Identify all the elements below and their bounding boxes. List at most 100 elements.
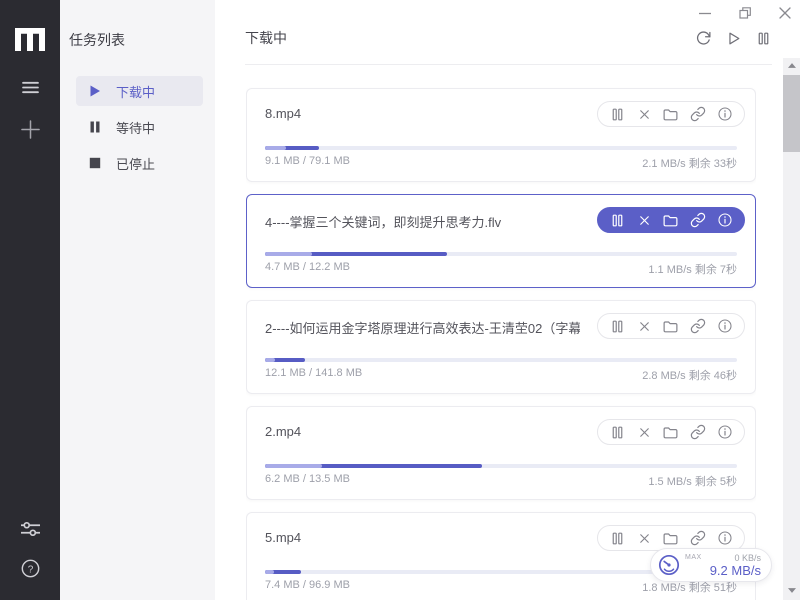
pause-task-icon[interactable] [609,318,626,335]
task-filename: 2----如何运用金字塔原理进行高效表达-王清茔02（字幕）.flv [265,318,580,337]
task-speed: 1.5 MB/s 剩余 5秒 [648,473,737,489]
delete-task-icon[interactable] [637,107,652,122]
delete-task-icon[interactable] [637,213,652,228]
task-action-bar [597,207,745,233]
task-speed: 2.1 MB/s 剩余 33秒 [642,155,737,171]
pause-all-icon[interactable] [755,30,772,47]
upload-speed: 0 KB/s [734,553,761,563]
copy-link-icon[interactable] [690,530,706,546]
progress-light [265,252,312,256]
sidebar-title: 任务列表 [60,30,215,50]
preferences-icon[interactable] [21,521,40,537]
download-speed: 9.2 MB/s [685,563,761,578]
task-list-nav-icon[interactable] [22,81,39,94]
task-status-row: 12.1 MB / 141.8 MB 2.8 MB/s 剩余 46秒 [265,367,737,383]
page-header: 下载中 [245,0,772,65]
speed-values: MAX 0 KB/s 9.2 MB/s [685,553,761,578]
delete-task-icon[interactable] [637,531,652,546]
pause-task-icon[interactable] [609,212,626,229]
sidebar-item-label: 下载中 [116,82,155,101]
minimize-button[interactable] [697,5,713,21]
task-info-icon[interactable] [717,530,733,546]
vertical-scrollbar[interactable] [783,58,800,600]
open-folder-icon[interactable] [662,424,679,441]
refresh-icon[interactable] [695,30,712,47]
task-filename: 5.mp4 [265,530,580,545]
task-status-row: 6.2 MB / 13.5 MB 1.5 MB/s 剩余 5秒 [265,473,737,489]
sidebar: 任务列表 下载中 等待中 已停止 [60,0,215,600]
progress-bar [265,358,737,362]
app-window: 任务列表 下载中 等待中 已停止 下载中 [0,0,800,600]
scroll-up-icon[interactable] [783,58,800,73]
speed-max-label: MAX [685,554,702,561]
stop-icon [89,157,102,170]
close-button[interactable] [777,5,793,21]
open-folder-icon[interactable] [662,318,679,335]
task-size: 6.2 MB / 13.5 MB [265,473,350,489]
sidebar-item-waiting[interactable]: 等待中 [76,112,203,142]
pause-icon [89,121,102,134]
task-info-icon[interactable] [717,318,733,334]
progress-bar [265,464,737,468]
play-icon [89,85,102,98]
delete-task-icon[interactable] [637,425,652,440]
task-filename: 2.mp4 [265,424,580,439]
open-folder-icon[interactable] [662,530,679,547]
task-filename: 4----掌握三个关键词，即刻提升思考力.flv [265,212,580,231]
scrollbar-thumb[interactable] [783,75,800,152]
copy-link-icon[interactable] [690,318,706,334]
task-card[interactable]: 2----如何运用金字塔原理进行高效表达-王清茔02（字幕）.flv 12.1 … [246,300,756,394]
task-speed: 1.1 MB/s 剩余 7秒 [648,261,737,277]
task-speed: 2.8 MB/s 剩余 46秒 [642,367,737,383]
task-status-row: 9.1 MB / 79.1 MB 2.1 MB/s 剩余 33秒 [265,155,737,171]
sidebar-item-downloading[interactable]: 下载中 [76,76,203,106]
copy-link-icon[interactable] [690,106,706,122]
task-info-icon[interactable] [717,106,733,122]
task-action-bar [597,419,745,445]
main-panel: 下载中 8.mp4 [215,0,800,600]
task-card[interactable]: 8.mp4 9.1 MB / 79.1 MB 2.1 MB/s 剩余 33秒 [246,88,756,182]
progress-light [265,570,274,574]
page-title: 下载中 [245,16,287,48]
sidebar-item-label: 等待中 [116,118,155,137]
pause-task-icon[interactable] [609,530,626,547]
task-info-icon[interactable] [717,212,733,228]
progress-light [265,146,286,150]
task-size: 12.1 MB / 141.8 MB [265,367,362,383]
scroll-down-icon[interactable] [783,583,800,598]
copy-link-icon[interactable] [690,212,706,228]
add-task-icon[interactable] [21,120,40,139]
task-filename: 8.mp4 [265,106,580,121]
help-icon[interactable] [21,559,40,578]
sidebar-item-label: 已停止 [116,154,155,173]
speedometer-icon [657,553,681,577]
task-size: 7.4 MB / 96.9 MB [265,579,350,595]
task-card[interactable]: 4----掌握三个关键词，即刻提升思考力.flv 4.7 MB / 12.2 M… [246,194,756,288]
open-folder-icon[interactable] [662,106,679,123]
delete-task-icon[interactable] [637,319,652,334]
task-status-row: 4.7 MB / 12.2 MB 1.1 MB/s 剩余 7秒 [265,261,737,277]
pause-task-icon[interactable] [609,424,626,441]
task-card[interactable]: 2.mp4 6.2 MB / 13.5 MB 1.5 MB/s 剩余 5秒 [246,406,756,500]
task-info-icon[interactable] [717,424,733,440]
copy-link-icon[interactable] [690,424,706,440]
pause-task-icon[interactable] [609,106,626,123]
motrix-logo-icon [15,28,45,51]
app-rail [0,0,60,600]
task-action-bar [597,101,745,127]
window-controls [697,5,793,21]
header-actions [695,18,772,47]
task-list: 8.mp4 9.1 MB / 79.1 MB 2.1 MB/s 剩余 33秒 [246,66,756,600]
open-folder-icon[interactable] [662,212,679,229]
progress-bar [265,252,737,256]
progress-light [265,358,275,362]
sidebar-item-stopped[interactable]: 已停止 [76,148,203,178]
restore-button[interactable] [737,5,753,21]
task-action-bar [597,313,745,339]
speed-widget[interactable]: MAX 0 KB/s 9.2 MB/s [650,548,772,582]
progress-bar [265,146,737,150]
task-size: 4.7 MB / 12.2 MB [265,261,350,277]
task-size: 9.1 MB / 79.1 MB [265,155,350,171]
progress-light [265,464,322,468]
resume-all-icon[interactable] [725,30,742,47]
